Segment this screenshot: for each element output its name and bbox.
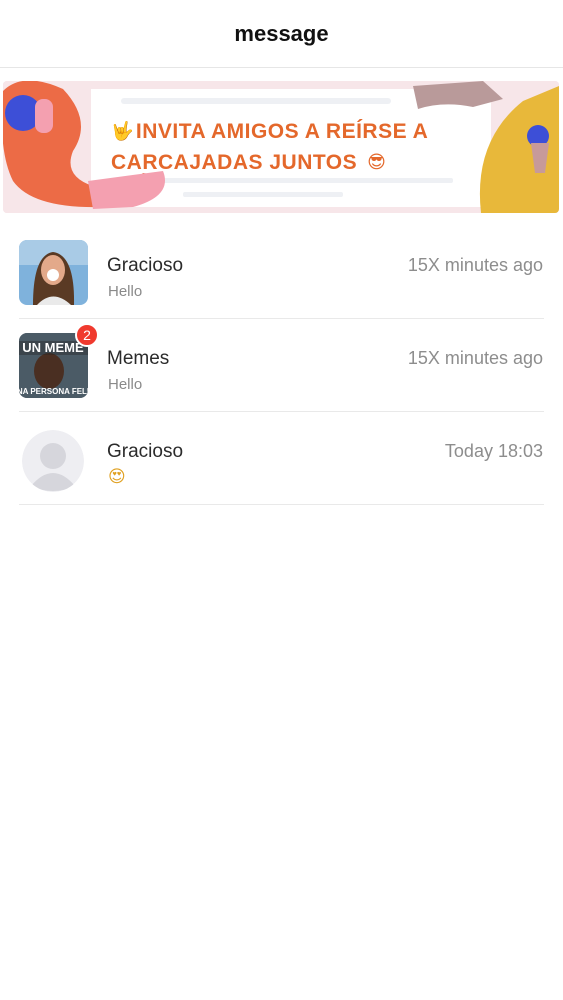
message-time: 15X minutes ago	[407, 255, 543, 275]
conversation-row[interactable]: UN MEME NA PERSONA FELI 2 Memes Hello 15…	[19, 319, 544, 412]
message-preview: Hello	[108, 283, 143, 300]
avatar	[19, 240, 88, 305]
meme-bottom-text: NA PERSONA FELI	[19, 387, 88, 396]
message-preview: Hello	[108, 376, 143, 393]
top-bar: message	[0, 0, 563, 68]
contact-name: Gracioso	[107, 441, 184, 462]
page-title: message	[234, 20, 329, 46]
conversation-row[interactable]: Gracioso 😍 Today 18:03	[19, 412, 544, 505]
unread-badge: 2	[75, 323, 99, 347]
conversation-list: Gracioso Hello 15X minutes ago UN MEME N…	[0, 226, 563, 505]
message-time: 15X minutes ago	[407, 348, 543, 368]
conversation-row[interactable]: Gracioso Hello 15X minutes ago	[19, 226, 544, 319]
message-time: Today 18:03	[444, 441, 543, 461]
default-avatar-icon	[22, 430, 84, 492]
rock-hand-icon: 🤟	[111, 121, 134, 142]
contact-name: Gracioso	[107, 255, 184, 276]
banner-text: 🤟 INVITA AMIGOS A REÍRSE A CARCAJADAS JU…	[111, 116, 471, 178]
sunglasses-emoji-icon: 😎	[367, 152, 387, 173]
banner-line-1: INVITA AMIGOS A REÍRSE A	[135, 120, 429, 143]
meme-top-text: UN MEME	[22, 340, 84, 355]
heart-eyes-emoji-icon: 😍	[108, 467, 126, 487]
invite-banner[interactable]: 🤟 INVITA AMIGOS A REÍRSE A CARCAJADAS JU…	[3, 81, 559, 213]
contact-name: Memes	[107, 348, 170, 369]
banner-line-2: CARCAJADAS JUNTOS	[111, 151, 358, 174]
